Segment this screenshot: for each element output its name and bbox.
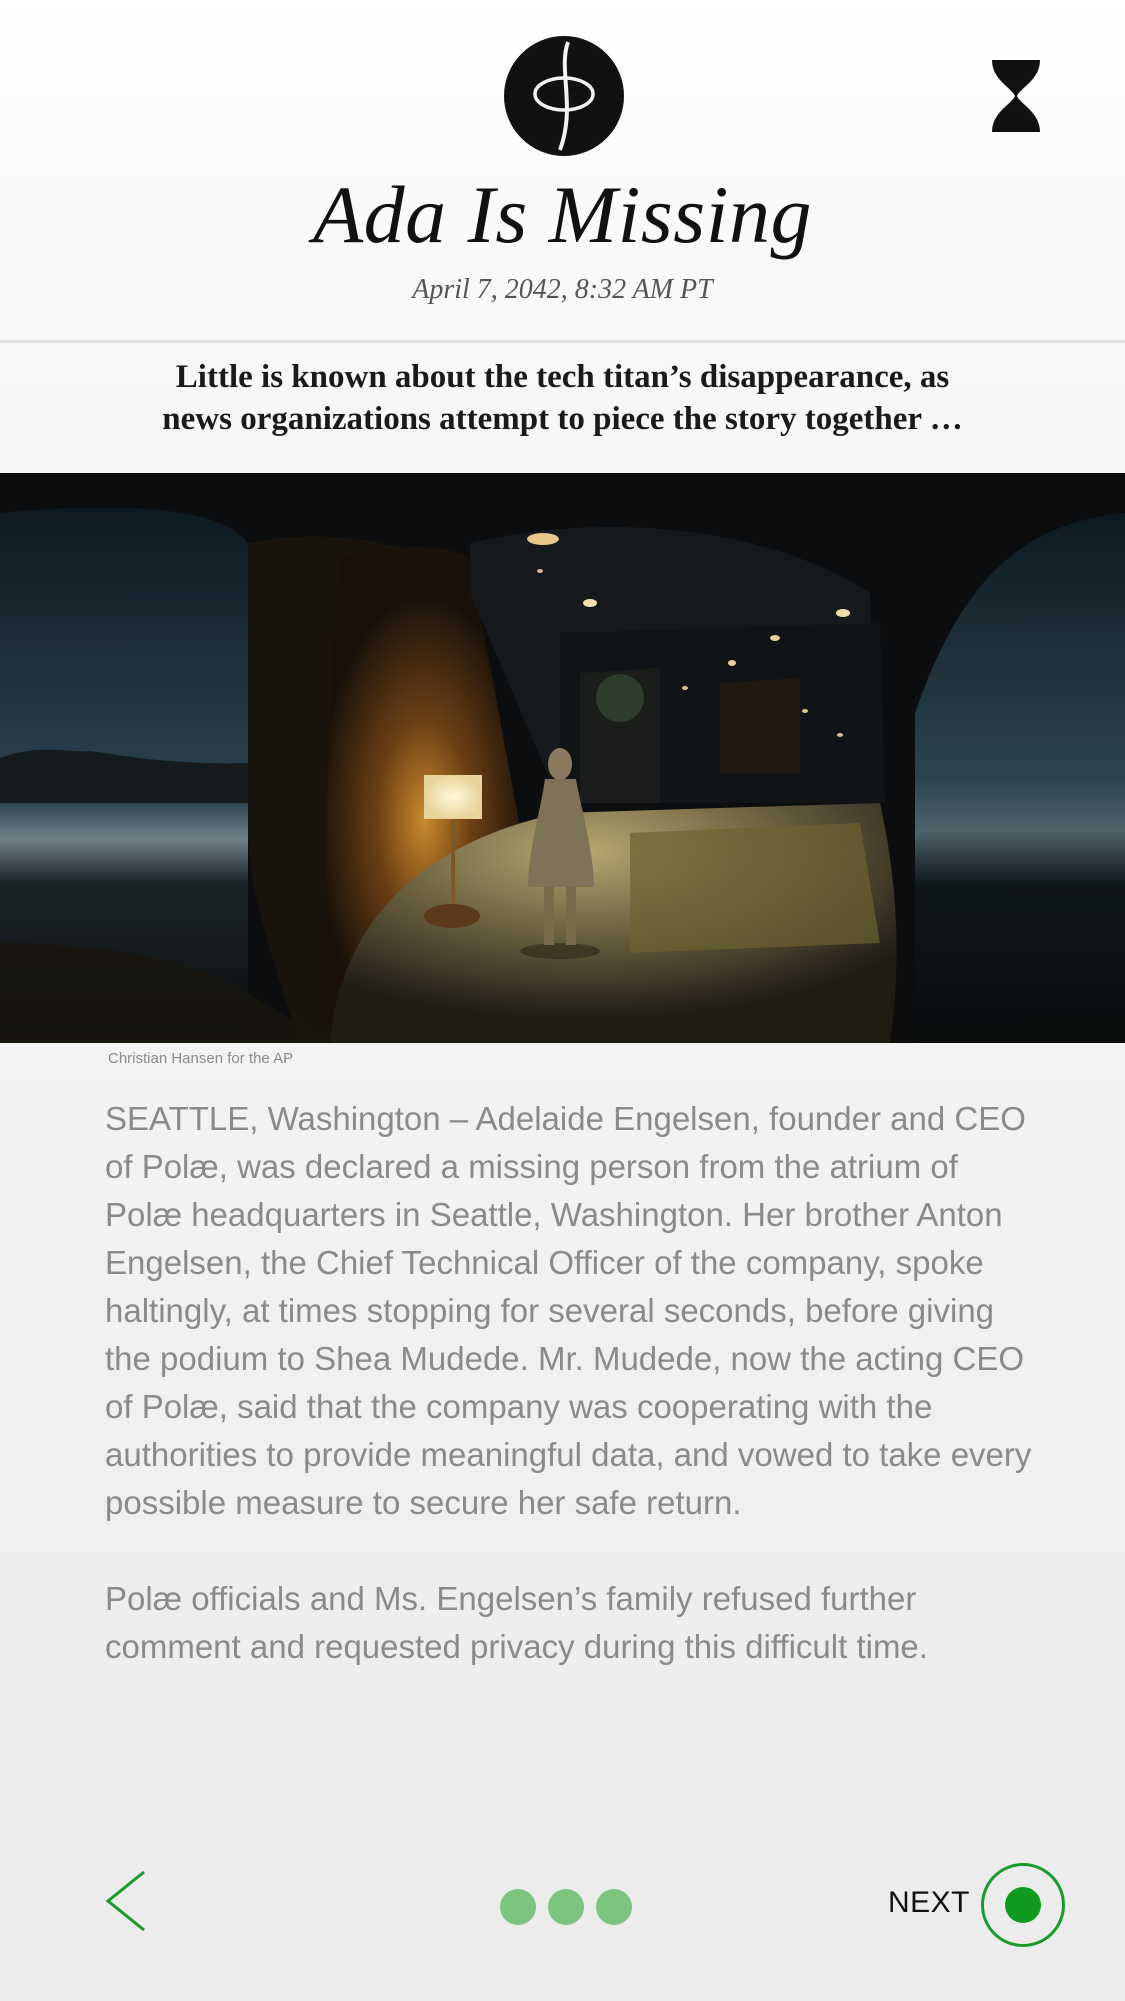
page-title: Ada Is Missing xyxy=(313,169,812,260)
back-button[interactable] xyxy=(104,1870,148,1932)
article-header: Ada Is Missing April 7, 2042, 8:32 AM PT xyxy=(0,0,1125,340)
next-label[interactable]: NEXT xyxy=(888,1886,970,1920)
subheadline-line-2: news organizations attempt to piece the … xyxy=(162,401,963,437)
subheadline: Little is known about the tech titan’s d… xyxy=(60,356,1065,440)
page-indicator xyxy=(500,1889,632,1925)
pager-dot xyxy=(500,1889,536,1925)
subheadline-line-1: Little is known about the tech titan’s d… xyxy=(175,359,950,395)
article-body: SEATTLE, Washington – Adelaide Engelsen,… xyxy=(105,1095,1035,1719)
phi-circle-logo-icon xyxy=(504,36,624,156)
article-paragraph: SEATTLE, Washington – Adelaide Engelsen,… xyxy=(105,1100,1032,1521)
chevron-left-icon xyxy=(105,1870,145,1932)
article-paragraph: Polæ officials and Ms. Engelsen’s family… xyxy=(105,1580,928,1665)
image-credit: Christian Hansen for the AP xyxy=(108,1050,294,1067)
hero-image xyxy=(0,473,1125,1043)
dateline: April 7, 2042, 8:32 AM PT xyxy=(412,274,713,305)
header-divider xyxy=(0,340,1125,343)
hourglass-icon[interactable] xyxy=(990,58,1042,134)
record-circle-icon xyxy=(1005,1887,1041,1923)
next-button[interactable] xyxy=(981,1863,1065,1947)
pager-dot xyxy=(596,1889,632,1925)
pager-dot xyxy=(548,1889,584,1925)
